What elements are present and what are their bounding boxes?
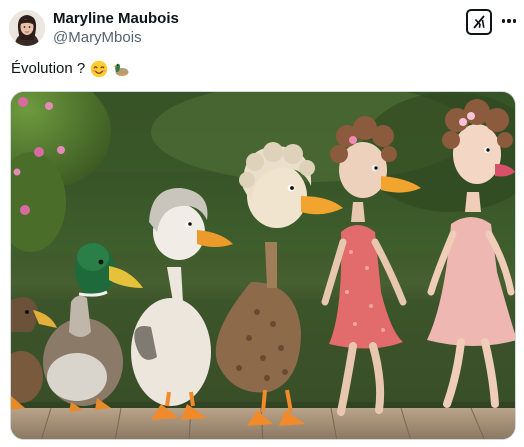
author-display-name[interactable]: Maryline Maubois <box>53 10 179 28</box>
duck-evolution-image <box>11 92 515 439</box>
avatar[interactable] <box>9 10 45 46</box>
more-dot <box>501 19 506 23</box>
author-handle[interactable]: @MaryMbois <box>53 28 179 47</box>
smiling-face-icon <box>90 60 108 78</box>
more-dot <box>512 19 517 23</box>
post-text-content: Évolution ? <box>11 60 86 77</box>
post-media-image[interactable] <box>10 91 516 440</box>
more-options-button[interactable] <box>498 8 520 34</box>
author-block[interactable]: Maryline Maubois @MaryMbois <box>53 10 179 47</box>
post-text: Évolution ? <box>11 59 130 79</box>
more-dot <box>507 19 511 23</box>
grok-button[interactable] <box>466 9 492 35</box>
tweet: Maryline Maubois @MaryMbois Évolution ? <box>0 0 524 447</box>
duck-icon <box>113 63 129 76</box>
grok-icon <box>473 15 485 29</box>
